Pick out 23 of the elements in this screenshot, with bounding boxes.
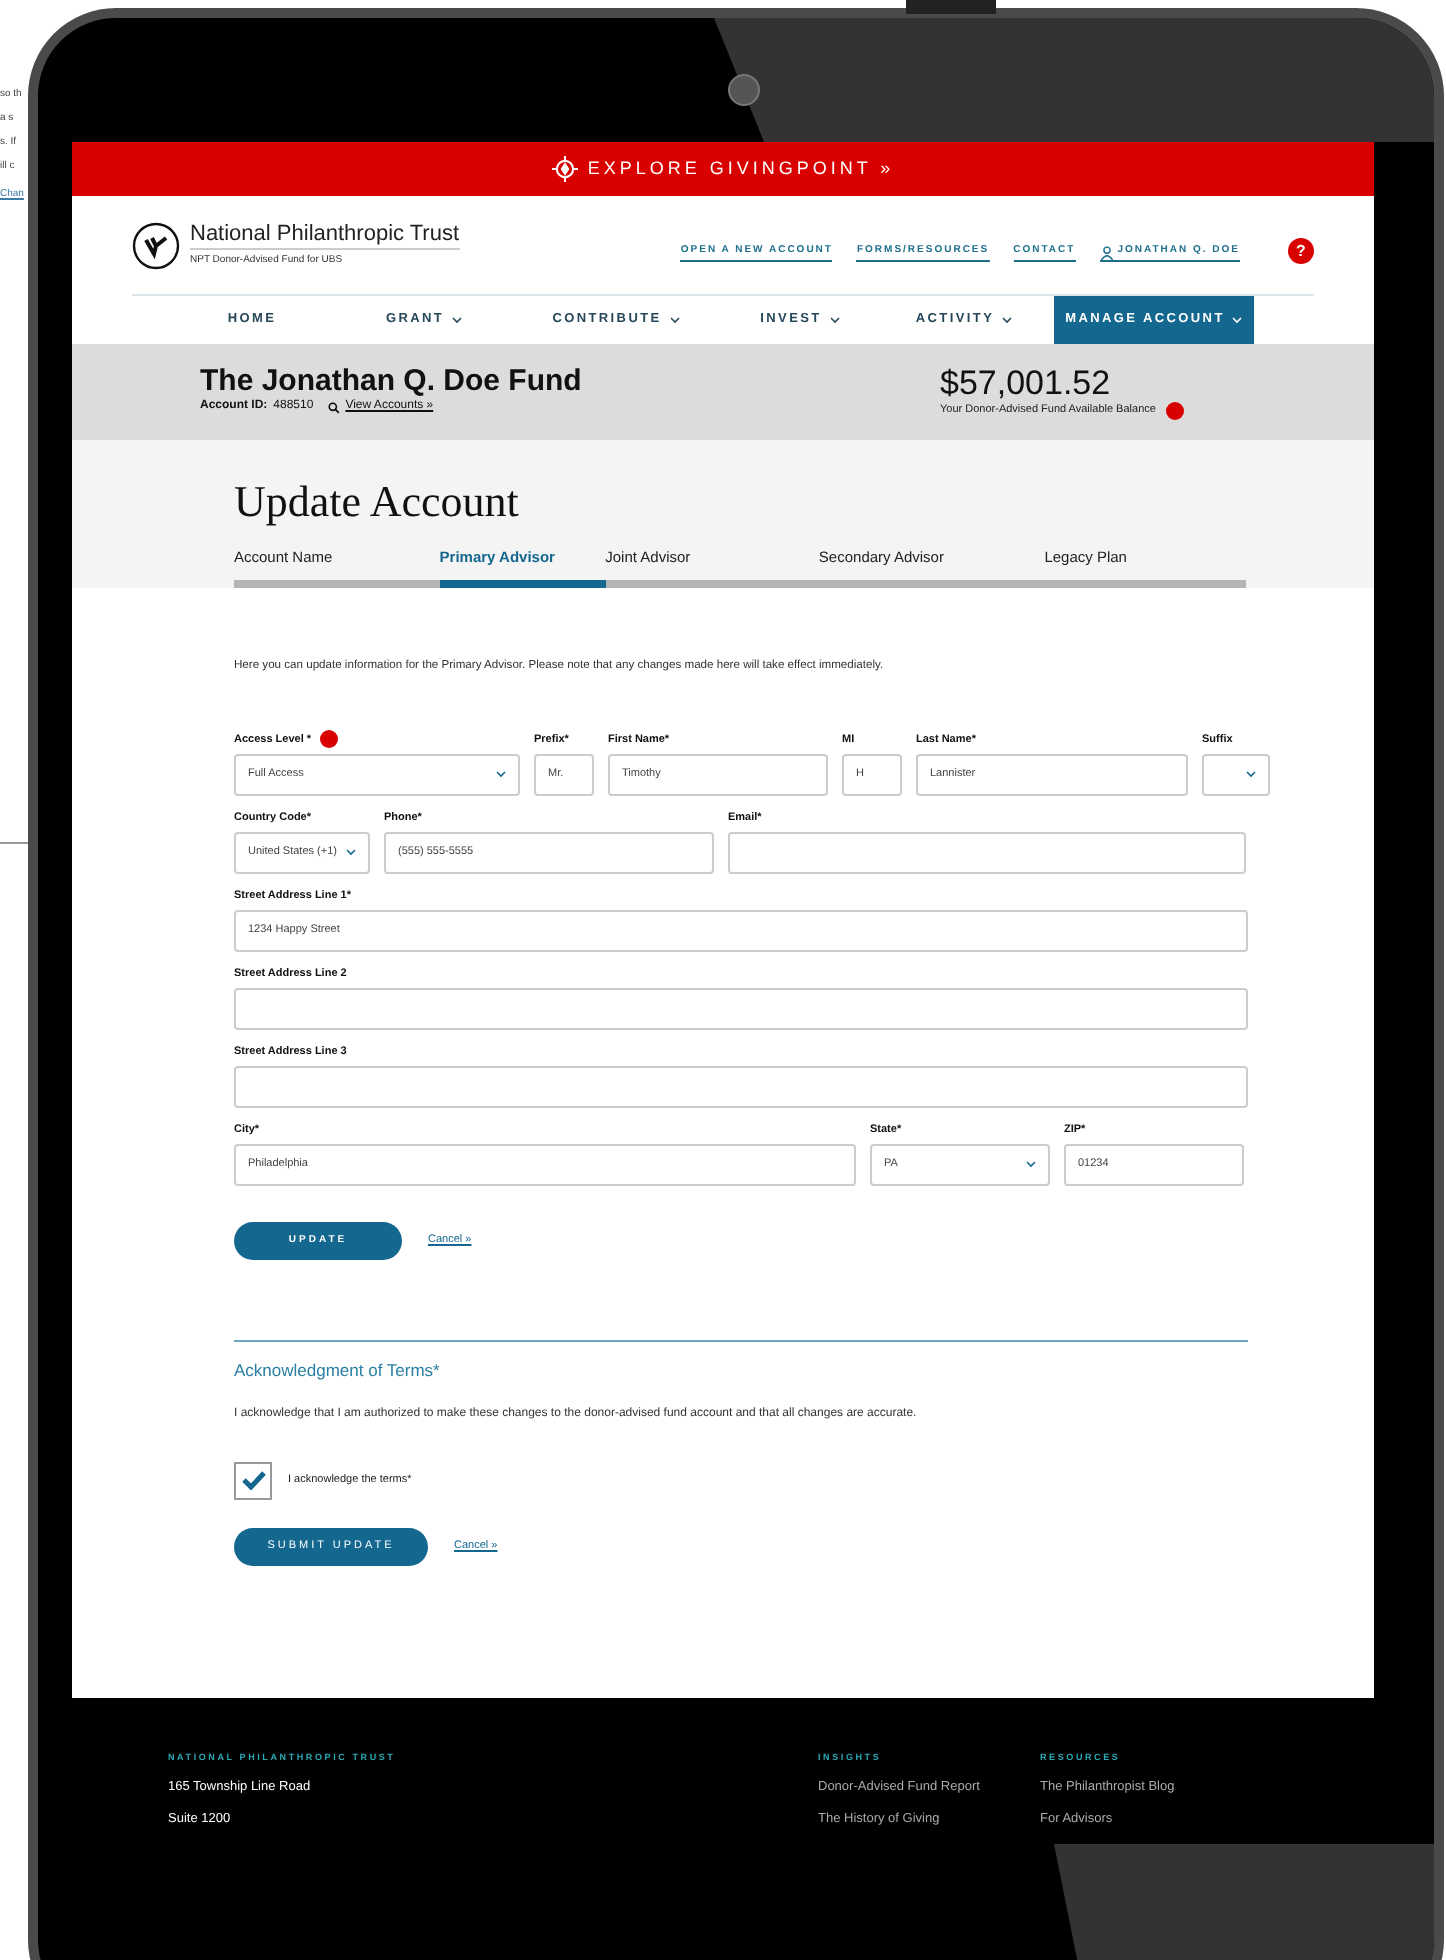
input-field[interactable] <box>234 987 1248 1030</box>
checkbox[interactable] <box>234 1461 272 1500</box>
input-field[interactable] <box>728 831 1246 874</box>
compass-icon <box>551 156 578 182</box>
checkmark-icon <box>241 1470 265 1491</box>
select-field[interactable] <box>1202 753 1270 796</box>
balance-amount: $57,001.52 <box>940 364 1113 402</box>
fund-name: The Jonathan Q. Doe Fund <box>200 364 582 398</box>
camera-icon <box>728 74 760 106</box>
page-title: Update Account <box>234 476 521 528</box>
chevron-down-icon <box>496 770 506 779</box>
input-field[interactable] <box>234 1065 1248 1108</box>
user-icon <box>1099 245 1114 259</box>
logo-icon <box>132 221 180 269</box>
section-heading: Acknowledgment of Terms* <box>234 1357 442 1384</box>
chevron-down-icon <box>1246 770 1256 779</box>
chevron-down-icon <box>346 848 356 857</box>
info-icon <box>1165 402 1184 420</box>
help-button[interactable]: ? <box>1288 238 1314 264</box>
promo-banner[interactable]: EXPLORE GIVINGPOINT » <box>72 142 1374 196</box>
chevron-down-icon <box>1026 1160 1036 1169</box>
search-icon <box>327 401 340 413</box>
brand-name: National Philanthropic Trust <box>190 220 460 251</box>
